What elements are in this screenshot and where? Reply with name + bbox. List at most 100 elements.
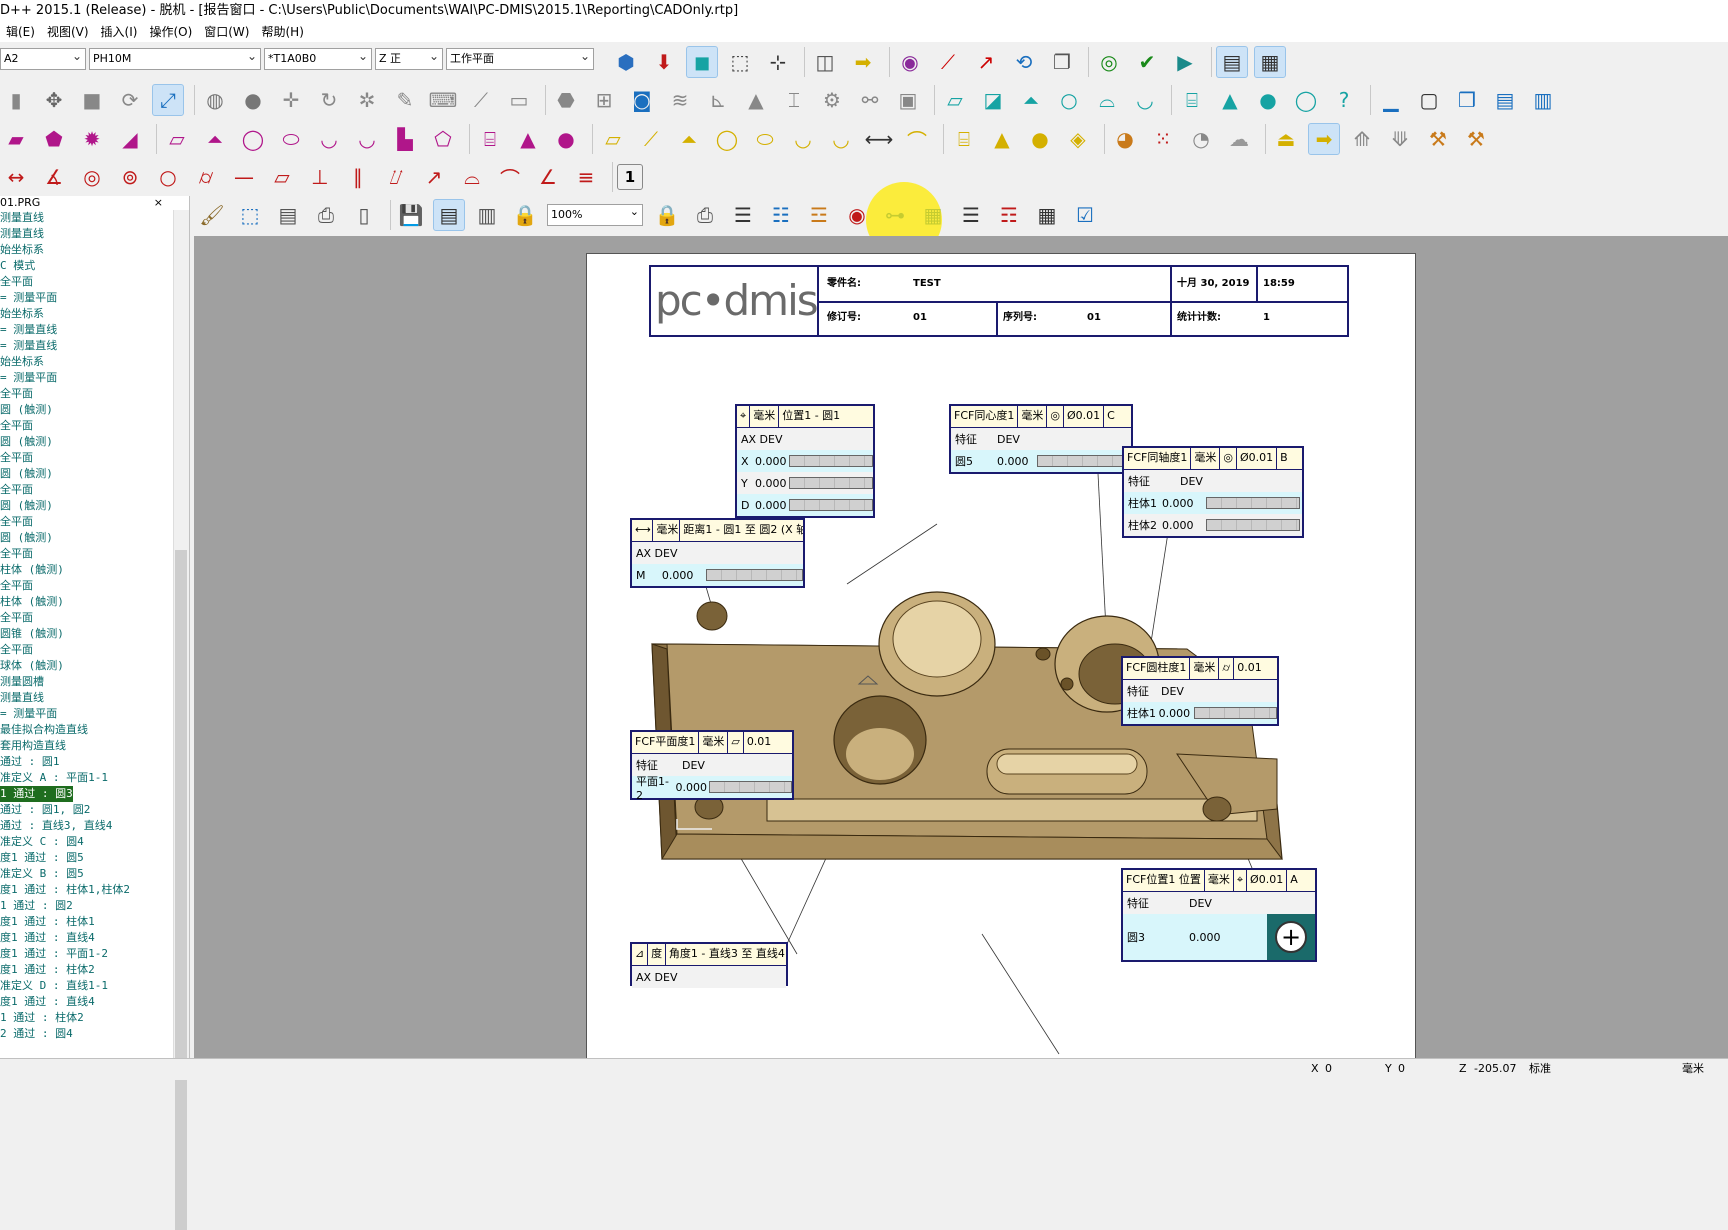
torus-icon[interactable]: ◯ — [1290, 84, 1322, 116]
scan-icon[interactable]: ⟰ — [1346, 123, 1378, 155]
printer-doc-icon[interactable]: ⎙ — [689, 199, 721, 231]
yellow-curve-icon[interactable]: ⌒ — [901, 123, 933, 155]
text-report-icon[interactable]: ☰ — [727, 199, 759, 231]
cloud-icon[interactable]: ☁ — [1223, 123, 1255, 155]
program-line[interactable]: 通过 : 圆1, 圆2 — [0, 802, 189, 818]
magenta-sphere-icon[interactable]: ● — [550, 123, 582, 155]
plane-icon[interactable]: ▱ — [939, 84, 971, 116]
scrollbar-thumb[interactable] — [175, 550, 187, 1230]
concentricity-icon[interactable]: ◎ — [76, 161, 108, 193]
arrow-forward-icon[interactable]: ➡ — [847, 46, 879, 78]
program-line[interactable]: 度1 通过 : 直线4 — [0, 930, 189, 946]
program-line[interactable]: C 模式 — [0, 258, 189, 274]
profile-surface-icon[interactable]: ⌓ — [456, 161, 488, 193]
fit-icon[interactable]: ⤢ — [152, 84, 184, 116]
scan2-icon[interactable]: ⟱ — [1384, 123, 1416, 155]
pan-icon[interactable]: ✛ — [275, 84, 307, 116]
page-icon[interactable]: ▯ — [348, 199, 380, 231]
window-icon[interactable]: ▢ — [1413, 84, 1445, 116]
move-icon[interactable]: ✥ — [38, 84, 70, 116]
program-line[interactable]: 柱体 (触测) — [0, 562, 189, 578]
fcf-concentricity1[interactable]: FCF同心度1 毫米 ◎ Ø0.01 C 特征 DEV 圆5 0.000 — [949, 404, 1133, 474]
number-one-icon[interactable]: 1 — [617, 164, 643, 190]
line-feature-icon[interactable]: ⟋ — [932, 46, 964, 78]
yellow-up-icon[interactable]: ⏶ — [673, 123, 705, 155]
panel-close-icon[interactable]: × — [154, 196, 163, 210]
cone-gray-icon[interactable]: ▲ — [740, 84, 772, 116]
help-icon[interactable]: ? — [1328, 84, 1360, 116]
yellow-ellipse-icon[interactable]: ⬭ — [749, 123, 781, 155]
measure-icon[interactable]: ⌶ — [778, 84, 810, 116]
report2-icon[interactable]: ▥ — [1527, 84, 1559, 116]
magenta-flag-icon[interactable]: ◢ — [114, 123, 146, 155]
cone-icon[interactable]: ▲ — [1214, 84, 1246, 116]
circle-feature-icon[interactable]: ◉ — [894, 46, 926, 78]
program-line[interactable]: 柱体 (触测) — [0, 594, 189, 610]
table-report-icon[interactable]: ▦ — [1031, 199, 1063, 231]
gauge-icon[interactable]: ◔ — [1185, 123, 1217, 155]
check-icon[interactable]: ✔ — [1131, 46, 1163, 78]
program-line[interactable]: 全平面 — [0, 482, 189, 498]
program-line[interactable]: 全平面 — [0, 514, 189, 530]
plane-arrow-icon[interactable]: ⏶ — [1015, 84, 1047, 116]
cylinder-cyan-icon[interactable]: ⌓ — [1091, 84, 1123, 116]
solid-view-icon[interactable]: ◼ — [686, 46, 718, 78]
save-report-icon[interactable]: 💾 — [395, 199, 427, 231]
check-report-icon[interactable]: ☑ — [1069, 199, 1101, 231]
flatness-icon[interactable]: ▱ — [266, 161, 298, 193]
program-line[interactable]: 1 通过 : 圆3 — [0, 786, 189, 802]
program-line[interactable]: 测量圆槽 — [0, 674, 189, 690]
menu-view[interactable]: 视图(V) — [41, 22, 95, 42]
program-line[interactable]: 度1 通过 : 柱体1,柱体2 — [0, 882, 189, 898]
parallelism-icon[interactable]: ∥ — [342, 161, 374, 193]
program-line[interactable]: 圆 (触测) — [0, 498, 189, 514]
distance-icon[interactable]: ↔ — [0, 161, 32, 193]
yellow-cylinder-icon[interactable]: ⌸ — [948, 123, 980, 155]
program-line[interactable]: 全平面 — [0, 610, 189, 626]
print-icon[interactable]: ⎙ — [310, 199, 342, 231]
program-tree[interactable]: 测量直线 测量直线 始坐标系 C 模式 全平面 = 测量平面 始坐标系 = 测量直线 =… — [0, 210, 189, 1042]
program-line[interactable]: 圆 (触测) — [0, 402, 189, 418]
magenta-gear-icon[interactable]: ✹ — [76, 123, 108, 155]
list-report-icon[interactable]: ☰ — [955, 199, 987, 231]
camera-icon[interactable]: ◙ — [626, 84, 658, 116]
probe-file-select[interactable]: A2 — [0, 46, 86, 70]
report-icon[interactable]: ▤ — [1489, 84, 1521, 116]
zoom-extents-icon[interactable]: ⊹ — [762, 46, 794, 78]
cylindricity-icon[interactable]: ⌭ — [190, 161, 222, 193]
probe-point-icon[interactable]: ⬇ — [648, 46, 680, 78]
program-line[interactable]: 度1 通过 : 直线4 — [0, 994, 189, 1010]
plug-icon[interactable]: ⚯ — [854, 84, 886, 116]
program-line[interactable]: 全平面 — [0, 578, 189, 594]
program-line[interactable]: = 测量直线 — [0, 322, 189, 338]
program-line[interactable]: 圆锥 (触测) — [0, 626, 189, 642]
program-line[interactable]: 圆 (触测) — [0, 466, 189, 482]
yellow-sphere-icon[interactable]: ● — [1024, 123, 1056, 155]
copy-icon[interactable]: ❐ — [1046, 46, 1078, 78]
keyboard-icon[interactable]: ⌨ — [427, 84, 459, 116]
rotate-3d-icon[interactable]: ✲ — [351, 84, 383, 116]
table-view-icon[interactable]: ▦ — [1254, 46, 1286, 78]
text-report2-icon[interactable]: ☷ — [765, 199, 797, 231]
menu-operation[interactable]: 操作(O) — [143, 22, 198, 42]
tip-select[interactable]: *T1A0B0 — [264, 46, 372, 70]
sphere-gray-icon[interactable]: ● — [237, 84, 269, 116]
angularity-icon[interactable]: ∠ — [532, 161, 564, 193]
program-line[interactable]: = 测量直线 — [0, 338, 189, 354]
plane-line-icon[interactable]: ◪ — [977, 84, 1009, 116]
rotate-axes-icon[interactable]: ⟲ — [1008, 46, 1040, 78]
magenta-cylinder-icon[interactable]: ⌸ — [474, 123, 506, 155]
program-line[interactable]: 测量直线 — [0, 226, 189, 242]
magenta-cup-icon[interactable]: ◡ — [313, 123, 345, 155]
axis-icon[interactable]: ⊾ — [702, 84, 734, 116]
fcf-position1[interactable]: ⌖ 毫米 位置1 - 圆1 AX DEV X 0.000 Y 0.000 D 0.00… — [735, 404, 875, 518]
program-line[interactable]: 始坐标系 — [0, 242, 189, 258]
program-line[interactable]: 准定义 A : 平面1-1 — [0, 770, 189, 786]
minimize-icon[interactable]: ▁ — [1375, 84, 1407, 116]
workplane-select[interactable]: 工作平面 — [446, 46, 594, 70]
globe-icon[interactable]: ◍ — [199, 84, 231, 116]
network-icon[interactable]: ⊞ — [588, 84, 620, 116]
program-line[interactable]: 始坐标系 — [0, 354, 189, 370]
layers-icon[interactable]: ≋ — [664, 84, 696, 116]
magenta-shield-icon[interactable]: ⬠ — [427, 123, 459, 155]
